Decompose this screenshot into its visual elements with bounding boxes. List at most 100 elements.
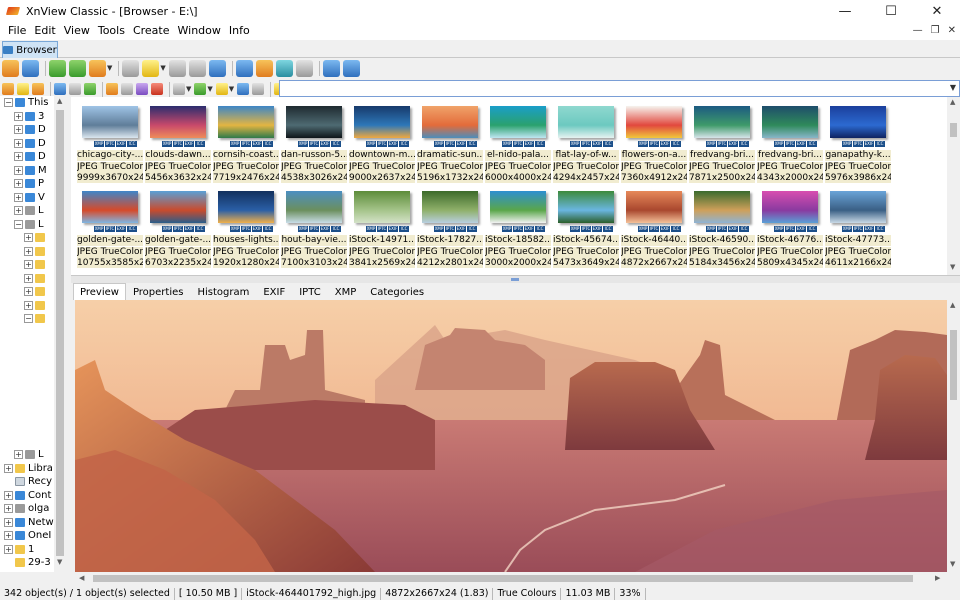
- tab-exif[interactable]: EXIF: [256, 283, 292, 300]
- tree-item[interactable]: +: [24, 299, 48, 312]
- fullscreen-icon[interactable]: [22, 59, 39, 77]
- expand-icon[interactable]: +: [14, 152, 23, 161]
- tree-item[interactable]: − L: [14, 218, 44, 231]
- printer-icon[interactable]: [188, 59, 206, 77]
- tree-item[interactable]: + D: [14, 123, 46, 136]
- tree-item[interactable]: +: [24, 285, 48, 298]
- thumbnail-image[interactable]: [490, 106, 546, 138]
- thumbnail-item[interactable]: XMP IPTC EXIF ICC iStock-46440... JPEG TrueCo…: [621, 186, 687, 268]
- new-folder-icon[interactable]: [106, 83, 118, 95]
- copy-to-icon[interactable]: [136, 83, 148, 95]
- tree-item[interactable]: + L: [14, 204, 44, 217]
- path-input[interactable]: ▼: [279, 80, 960, 97]
- thumbnail-item[interactable]: XMP IPTC EXIF ICC clouds-dawn... JPEG TrueCol…: [145, 101, 211, 183]
- tree-item[interactable]: − This: [4, 96, 48, 109]
- folders-panel-icon[interactable]: [2, 83, 14, 95]
- thumbnail-image[interactable]: [422, 191, 478, 223]
- tree-item[interactable]: +: [24, 272, 48, 285]
- tree-item[interactable]: + L: [14, 448, 44, 461]
- scroll-up-icon[interactable]: ▲: [950, 98, 955, 106]
- menu-info[interactable]: Info: [225, 22, 254, 40]
- tab-iptc[interactable]: IPTC: [292, 283, 327, 300]
- thumbnail-item[interactable]: XMP IPTC EXIF ICC dan-russon-5... JPEG TrueCo…: [281, 101, 347, 183]
- thumbnail-item[interactable]: XMP IPTC EXIF ICC iStock-46776... JPEG TrueCo…: [757, 186, 823, 268]
- thumbnail-image[interactable]: [626, 106, 682, 138]
- browser-mode-icon[interactable]: [2, 59, 19, 77]
- expand-icon[interactable]: +: [14, 206, 23, 215]
- expand-icon[interactable]: +: [4, 517, 13, 527]
- thumbnail-item[interactable]: XMP IPTC EXIF ICC iStock-18582... JPEG TrueCo…: [485, 186, 551, 268]
- pane-splitter[interactable]: [71, 275, 960, 283]
- tree-item[interactable]: Recy: [4, 475, 52, 488]
- nav-forward-icon[interactable]: [69, 83, 81, 95]
- thumbnail-scrollbar[interactable]: ▲ ▼: [947, 97, 960, 275]
- collapse-icon[interactable]: −: [14, 219, 23, 229]
- thumbnail-image[interactable]: [830, 106, 886, 138]
- expand-icon[interactable]: +: [4, 531, 13, 540]
- tab-preview[interactable]: Preview: [73, 283, 126, 300]
- scroll-down-icon[interactable]: ▼: [950, 560, 955, 568]
- thumbnail-item[interactable]: XMP IPTC EXIF ICC flowers-on-a... JPEG TrueCo…: [621, 101, 687, 183]
- preview-vertical-scrollbar[interactable]: ▲ ▼: [947, 300, 960, 572]
- convert-icon[interactable]: [255, 59, 273, 77]
- tree-item[interactable]: + OneI: [4, 529, 51, 542]
- tree-item[interactable]: + D: [14, 137, 46, 150]
- tree-item[interactable]: +: [24, 245, 48, 258]
- chevron-down-icon[interactable]: ▼: [950, 83, 956, 92]
- mdi-minimize-button[interactable]: —: [913, 22, 923, 40]
- thumbnail-image[interactable]: [694, 191, 750, 223]
- tab-histogram[interactable]: Histogram: [190, 283, 256, 300]
- thumbnail-item[interactable]: XMP IPTC EXIF ICC fredvang-bri... JPEG TrueCo…: [689, 101, 755, 183]
- maximize-button[interactable]: ☐: [868, 0, 914, 22]
- thumbnail-image[interactable]: [286, 106, 342, 138]
- move-to-icon[interactable]: [142, 59, 160, 77]
- scroll-down-icon[interactable]: ▼: [950, 263, 955, 271]
- minimize-button[interactable]: —: [822, 0, 868, 22]
- settings-gear-icon[interactable]: [322, 59, 340, 77]
- tree-item[interactable]: +1: [4, 543, 34, 556]
- scroll-down-icon[interactable]: ▼: [57, 558, 62, 566]
- tree-item[interactable]: + P: [14, 177, 44, 190]
- expand-icon[interactable]: +: [4, 504, 13, 513]
- thumbnail-image[interactable]: [82, 106, 138, 138]
- splitter-grip[interactable]: [511, 278, 519, 281]
- thumbnail-item[interactable]: XMP IPTC EXIF ICC downtown-m... JPEG TrueColo…: [349, 101, 415, 183]
- thumbnail-image[interactable]: [762, 191, 818, 223]
- close-button[interactable]: ✕: [914, 0, 960, 22]
- thumbnail-image[interactable]: [354, 106, 410, 138]
- thumbnail-item[interactable]: XMP IPTC EXIF ICC iStock-17827... JPEG TrueCo…: [417, 186, 483, 268]
- thumbnail-image[interactable]: [150, 191, 206, 223]
- thumbnail-item[interactable]: XMP IPTC EXIF ICC houses-lights... JPEG TrueC…: [213, 186, 279, 268]
- info-icon[interactable]: [342, 59, 360, 77]
- grid-icon[interactable]: [295, 59, 313, 77]
- expand-icon[interactable]: +: [14, 192, 23, 202]
- thumbnail-image[interactable]: [218, 106, 274, 138]
- image-preview[interactable]: [75, 300, 947, 572]
- menu-tools[interactable]: Tools: [94, 22, 129, 40]
- expand-icon[interactable]: +: [14, 111, 23, 121]
- thumbnail-image[interactable]: [558, 191, 614, 223]
- tree-item[interactable]: +: [24, 258, 48, 271]
- tab-browser[interactable]: Browser: [2, 41, 58, 58]
- tree-item[interactable]: −: [24, 312, 48, 325]
- favorites-panel-icon[interactable]: [17, 83, 29, 95]
- dropdown-arrow-icon[interactable]: ▼: [229, 85, 234, 93]
- back-icon[interactable]: [69, 59, 86, 77]
- expand-icon[interactable]: +: [4, 544, 13, 554]
- expand-icon[interactable]: +: [24, 287, 33, 296]
- collapse-icon[interactable]: −: [24, 314, 33, 323]
- filter-icon[interactable]: [215, 83, 228, 95]
- tree-item[interactable]: +: [24, 231, 48, 244]
- scroll-up-icon[interactable]: ▲: [57, 97, 62, 105]
- thumbnail-item[interactable]: XMP IPTC EXIF ICC iStock-47773... JPEG TrueCo…: [825, 186, 891, 268]
- tree-scrollbar[interactable]: ▲ ▼: [54, 96, 66, 572]
- expand-icon[interactable]: +: [14, 165, 23, 175]
- thumbnail-item[interactable]: XMP IPTC EXIF ICC iStock-14971... JPEG TrueCo…: [349, 186, 415, 268]
- thumbnail-item[interactable]: XMP IPTC EXIF ICC hout-bay-vie... JPEG TrueCo…: [281, 186, 347, 268]
- thumbnail-image[interactable]: [286, 191, 342, 223]
- mdi-close-button[interactable]: ✕: [948, 22, 956, 40]
- thumbnail-scroll-thumb[interactable]: [950, 123, 957, 137]
- thumbnail-item[interactable]: XMP IPTC EXIF ICC iStock-45674... JPEG TrueCo…: [553, 186, 619, 268]
- thumbnail-image[interactable]: [218, 191, 274, 223]
- thumbnail-image[interactable]: [694, 106, 750, 138]
